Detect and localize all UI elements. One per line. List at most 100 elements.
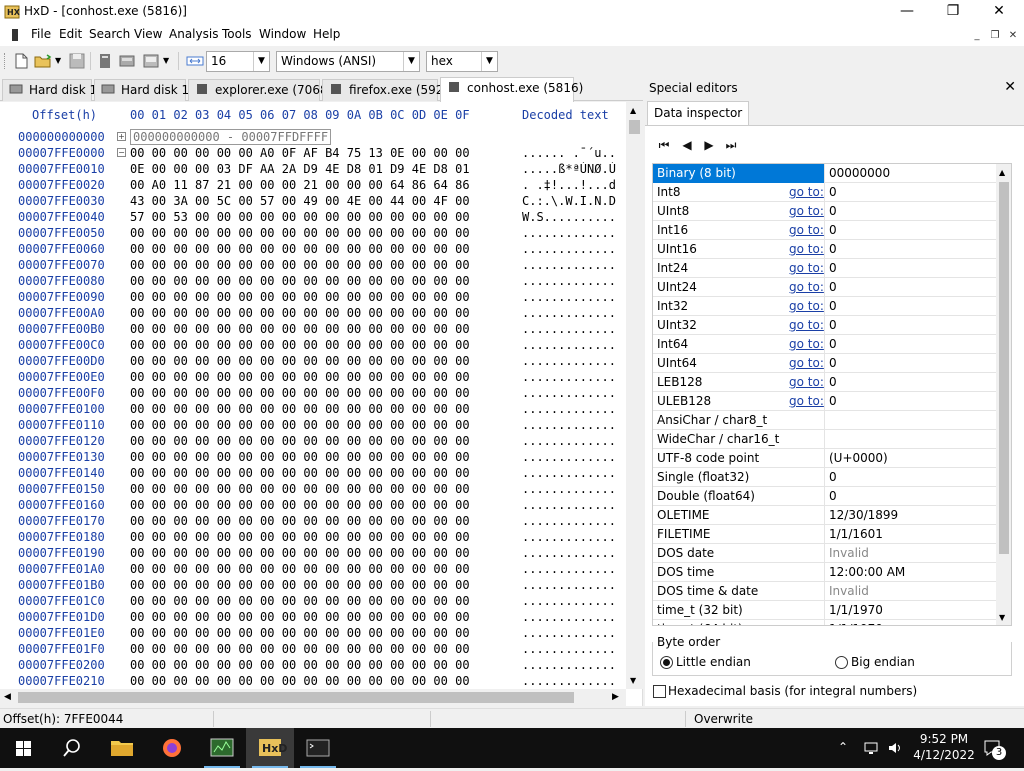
scroll-up-icon[interactable]: ▲ [630, 106, 636, 115]
hex-row[interactable]: 00007FFE00B0 00 00 00 00 00 00 00 00 00 0… [0, 322, 626, 338]
row-bytes[interactable]: 00 00 00 00 00 00 00 00 00 00 00 00 00 0… [130, 466, 470, 480]
goto-link[interactable]: go to: [789, 394, 824, 408]
scroll-down-icon[interactable]: ▼ [999, 613, 1005, 622]
row-decoded-text[interactable]: ............. [522, 274, 626, 288]
open-dropdown-icon[interactable]: ▼ [55, 56, 61, 65]
row-bytes[interactable]: 00 00 00 00 00 00 00 00 00 00 00 00 00 0… [130, 530, 470, 544]
row-decoded-text[interactable]: . .‡!...!...d [522, 178, 626, 192]
row-bytes[interactable]: 00 00 00 00 00 00 00 00 00 00 00 00 00 0… [130, 514, 470, 528]
row-bytes[interactable]: 00 00 00 00 00 00 00 00 00 00 00 00 00 0… [130, 434, 470, 448]
hex-row[interactable]: 00007FFE0120 00 00 00 00 00 00 00 00 00 0… [0, 434, 626, 450]
inspector-value[interactable]: 0 [829, 375, 837, 389]
last-icon[interactable]: ⏭ [722, 138, 740, 152]
hex-row[interactable]: 00007FFE0210 00 00 00 00 00 00 00 00 00 0… [0, 674, 626, 690]
hex-row[interactable]: 00007FFE01E0 00 00 00 00 00 00 00 00 00 0… [0, 626, 626, 642]
hex-row[interactable]: 00007FFE01C0 00 00 00 00 00 00 00 00 00 0… [0, 594, 626, 610]
goto-link[interactable]: go to: [789, 318, 824, 332]
inspector-row[interactable]: Double (float64) 0 [653, 487, 996, 506]
row-bytes[interactable]: 00 00 00 00 00 00 00 00 00 00 00 00 00 0… [130, 370, 470, 384]
row-bytes[interactable]: 00 00 00 00 00 00 A0 0F AF B4 75 13 0E 0… [130, 146, 470, 160]
row-bytes[interactable]: 00 00 00 00 00 00 00 00 00 00 00 00 00 0… [130, 626, 470, 640]
inspector-row[interactable]: Int64 go to: 0 [653, 335, 996, 354]
row-decoded-text[interactable]: ...... .¯´u.. [522, 146, 626, 160]
hex-row[interactable]: 00007FFE0000 00 00 00 00 00 00 A0 0F AF B… [0, 146, 626, 162]
hex-row[interactable]: 00007FFE0020 00 A0 11 87 21 00 00 00 21 0… [0, 178, 626, 194]
row-bytes[interactable]: 00 00 00 00 00 00 00 00 00 00 00 00 00 0… [130, 546, 470, 560]
hex-row[interactable]: 00007FFE01F0 00 00 00 00 00 00 00 00 00 0… [0, 642, 626, 658]
document-icon[interactable] [12, 29, 18, 41]
tab-conhost[interactable]: conhost.exe (5816) [440, 77, 583, 102]
row-decoded-text[interactable]: ............. [522, 610, 626, 624]
ram-dropdown-icon[interactable]: ▼ [163, 56, 169, 65]
inspector-row[interactable]: DOS time & date Invalid [653, 582, 996, 601]
row-bytes[interactable]: 00 00 00 00 00 00 00 00 00 00 00 00 00 0… [130, 226, 470, 240]
inspector-row[interactable]: Single (float32) 0 [653, 468, 996, 487]
firefox-icon[interactable] [148, 728, 196, 768]
hex-basis-checkbox[interactable] [653, 685, 666, 698]
goto-link[interactable]: go to: [789, 337, 824, 351]
inspector-value[interactable]: 0 [829, 337, 837, 351]
row-decoded-text[interactable]: ............. [522, 354, 626, 368]
row-bytes[interactable]: 00 00 00 00 00 00 00 00 00 00 00 00 00 0… [130, 274, 470, 288]
row-decoded-text[interactable]: ............. [522, 338, 626, 352]
hex-row[interactable]: 00007FFE0090 00 00 00 00 00 00 00 00 00 0… [0, 290, 626, 306]
row-decoded-text[interactable]: ............. [522, 242, 626, 256]
start-button[interactable] [0, 728, 48, 768]
mdi-minimize-icon[interactable]: _ [970, 30, 984, 42]
goto-link[interactable]: go to: [789, 185, 824, 199]
inspector-value[interactable]: Invalid [829, 546, 869, 560]
mdi-restore-icon[interactable]: ❐ [988, 30, 1002, 42]
clock-time[interactable]: 9:52 PM [914, 732, 974, 746]
row-decoded-text[interactable]: ............. [522, 322, 626, 336]
tab-explorer[interactable]: explorer.exe (7068) [188, 79, 332, 101]
goto-link[interactable]: go to: [789, 356, 824, 370]
inspector-value[interactable]: 12:00:00 AM [829, 565, 905, 579]
close-button[interactable]: ✕ [976, 0, 1022, 24]
inspector-value[interactable]: 0 [829, 223, 837, 237]
open-ram-icon[interactable] [142, 52, 160, 70]
row-bytes[interactable]: 00 00 00 00 00 00 00 00 00 00 00 00 00 0… [130, 498, 470, 512]
inspector-row[interactable]: UInt24 go to: 0 [653, 278, 996, 297]
hex-row[interactable]: 00007FFE0110 00 00 00 00 00 00 00 00 00 0… [0, 418, 626, 434]
hex-row[interactable]: 00007FFE00E0 00 00 00 00 00 00 00 00 00 0… [0, 370, 626, 386]
close-icon[interactable]: ✕ [1004, 79, 1016, 95]
scroll-down-icon[interactable]: ▼ [630, 676, 636, 685]
minimize-button[interactable]: — [884, 0, 930, 24]
row-decoded-text[interactable]: ............. [522, 434, 626, 448]
inspector-value[interactable]: 0 [829, 185, 837, 199]
hxd-app-icon[interactable]: HX [4, 4, 21, 20]
hex-row[interactable]: 00007FFE0160 00 00 00 00 00 00 00 00 00 0… [0, 498, 626, 514]
row-decoded-text[interactable]: ............. [522, 546, 626, 560]
inspector-row[interactable]: LEB128 go to: 0 [653, 373, 996, 392]
maximize-button[interactable]: ❐ [930, 0, 976, 24]
row-bytes[interactable]: 00 00 00 00 00 00 00 00 00 00 00 00 00 0… [130, 322, 470, 336]
inspector-row[interactable]: AnsiChar / char8_t [653, 411, 996, 430]
goto-link[interactable]: go to: [789, 261, 824, 275]
inspector-scrollbar[interactable]: ▲ ▼ [996, 164, 1011, 625]
inspector-value[interactable]: Invalid [829, 584, 869, 598]
inspector-value[interactable]: 12/30/1899 [829, 508, 898, 522]
terminal-icon[interactable] [294, 728, 342, 768]
hex-row[interactable]: 00007FFE01B0 00 00 00 00 00 00 00 00 00 0… [0, 578, 626, 594]
row-bytes[interactable]: 00 00 00 00 00 00 00 00 00 00 00 00 00 0… [130, 354, 470, 368]
hex-editor[interactable]: Offset(h) 00 01 02 03 04 05 06 07 08 09 … [0, 102, 643, 706]
row-decoded-text[interactable]: ............. [522, 418, 626, 432]
inspector-value[interactable]: 0 [829, 204, 837, 218]
row-decoded-text[interactable]: ............. [522, 594, 626, 608]
hex-row[interactable]: 00007FFE0170 00 00 00 00 00 00 00 00 00 0… [0, 514, 626, 530]
expand-icon[interactable]: + [117, 132, 126, 141]
hex-row[interactable]: 00007FFE0190 00 00 00 00 00 00 00 00 00 0… [0, 546, 626, 562]
first-icon[interactable]: ⏮ [655, 138, 673, 152]
hex-row[interactable]: 00007FFE00C0 00 00 00 00 00 00 00 00 00 0… [0, 338, 626, 354]
inspector-row[interactable]: time_t (64 bit) 1/1/1970 [653, 620, 996, 625]
inspector-value[interactable]: 0 [829, 489, 837, 503]
inspector-value[interactable]: 0 [829, 280, 837, 294]
row-bytes[interactable]: 00 00 00 00 00 00 00 00 00 00 00 00 00 0… [130, 306, 470, 320]
row-bytes[interactable]: 00 A0 11 87 21 00 00 00 21 00 00 00 64 8… [130, 178, 470, 192]
row-decoded-text[interactable]: .....ß*ªÙNØ.Ù [522, 162, 626, 176]
hxd-taskbar-icon[interactable]: HxD [246, 728, 294, 768]
row-decoded-text[interactable]: ............. [522, 370, 626, 384]
hex-row[interactable]: 00007FFE0010 0E 00 00 00 03 DF AA 2A D9 4… [0, 162, 626, 178]
row-bytes[interactable]: 00 00 00 00 00 00 00 00 00 00 00 00 00 0… [130, 594, 470, 608]
row-bytes[interactable]: 00 00 00 00 00 00 00 00 00 00 00 00 00 0… [130, 258, 470, 272]
